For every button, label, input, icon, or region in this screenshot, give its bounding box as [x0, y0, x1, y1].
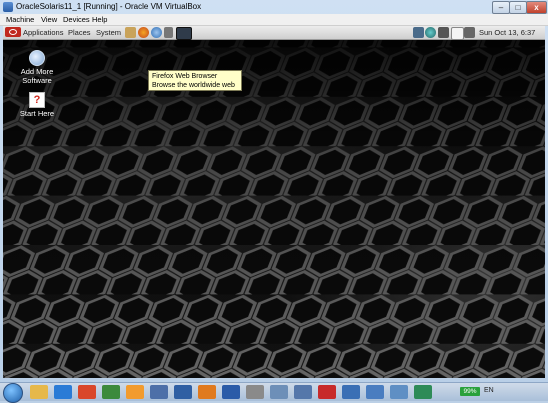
tooltip-description: Browse the worldwide web — [152, 82, 235, 89]
battery-indicator[interactable]: 99% — [460, 387, 480, 396]
windows-taskbar: 99% EN — [0, 382, 548, 403]
oracle-logo-icon[interactable] — [5, 27, 21, 37]
app-icon-16[interactable] — [390, 385, 408, 399]
add-software-label-1: Add More — [20, 67, 54, 76]
virtualbox-menubar: Machine View Devices Help — [0, 14, 548, 26]
firefox-icon[interactable] — [138, 27, 149, 38]
app-icon-5[interactable] — [126, 385, 144, 399]
app-icon-14[interactable] — [342, 385, 360, 399]
app-icon-4[interactable] — [102, 385, 120, 399]
virtualbox-window: OracleSolaris11_1 [Running] - Oracle VM … — [0, 0, 548, 382]
software-icon — [29, 50, 45, 66]
explorer-icon[interactable] — [30, 385, 48, 399]
tooltip-title: Firefox Web Browser — [152, 73, 218, 80]
menu-places[interactable]: Places — [68, 28, 91, 37]
maximize-button[interactable]: □ — [509, 1, 527, 14]
terminal-icon[interactable] — [176, 27, 192, 40]
panel-clock[interactable]: Sun Oct 13, 6:37 — [479, 28, 535, 37]
media-icon[interactable] — [78, 385, 96, 399]
ie-icon[interactable] — [54, 385, 72, 399]
clock-applet-icon[interactable] — [451, 27, 464, 40]
app-icon-10[interactable] — [246, 385, 264, 399]
app-icon-11[interactable] — [270, 385, 288, 399]
app-icon-17[interactable] — [414, 385, 432, 399]
app-icon-6[interactable] — [150, 385, 168, 399]
menu-devices[interactable]: Devices — [63, 15, 90, 24]
language-indicator[interactable]: EN — [484, 387, 494, 394]
home-icon[interactable] — [125, 27, 136, 38]
menu-system[interactable]: System — [96, 28, 121, 37]
help-icon: ? — [29, 92, 45, 108]
acrobat-icon[interactable] — [318, 385, 336, 399]
menu-help[interactable]: Help — [92, 15, 107, 24]
firefox-taskbar-icon[interactable] — [198, 385, 216, 399]
monitor-icon[interactable] — [413, 27, 424, 38]
word-icon[interactable] — [222, 385, 240, 399]
menu-applications[interactable]: Applications — [23, 28, 63, 37]
user-icon[interactable] — [464, 27, 475, 38]
virtualbox-taskbar-icon[interactable] — [366, 385, 384, 399]
network-icon[interactable] — [425, 27, 436, 38]
mail-icon[interactable] — [151, 27, 162, 38]
menu-machine[interactable]: Machine — [6, 15, 34, 24]
honeycomb-wallpaper — [3, 38, 545, 378]
start-button[interactable] — [3, 383, 23, 403]
menu-view[interactable]: View — [41, 15, 57, 24]
guest-screen[interactable]: Applications Places System Sun Oct 13, 6… — [3, 26, 545, 378]
window-title: OracleSolaris11_1 [Running] - Oracle VM … — [16, 2, 202, 11]
app-icon-12[interactable] — [294, 385, 312, 399]
window-titlebar[interactable]: OracleSolaris11_1 [Running] - Oracle VM … — [0, 0, 548, 14]
firefox-tooltip: Firefox Web Browser Browse the worldwide… — [148, 70, 242, 91]
minimize-button[interactable]: – — [492, 1, 510, 14]
start-here-shortcut[interactable]: ? Start Here — [15, 92, 59, 118]
gnome-top-panel: Applications Places System Sun Oct 13, 6… — [3, 26, 545, 40]
add-software-label-2: Software — [22, 76, 52, 85]
separator-icon — [164, 27, 173, 38]
start-here-label: Start Here — [19, 109, 55, 118]
virtualbox-app-icon — [3, 2, 13, 12]
python-icon[interactable] — [174, 385, 192, 399]
close-button[interactable]: x — [526, 1, 547, 14]
volume-icon[interactable] — [438, 27, 449, 38]
add-more-software-shortcut[interactable]: Add More Software — [15, 50, 59, 85]
